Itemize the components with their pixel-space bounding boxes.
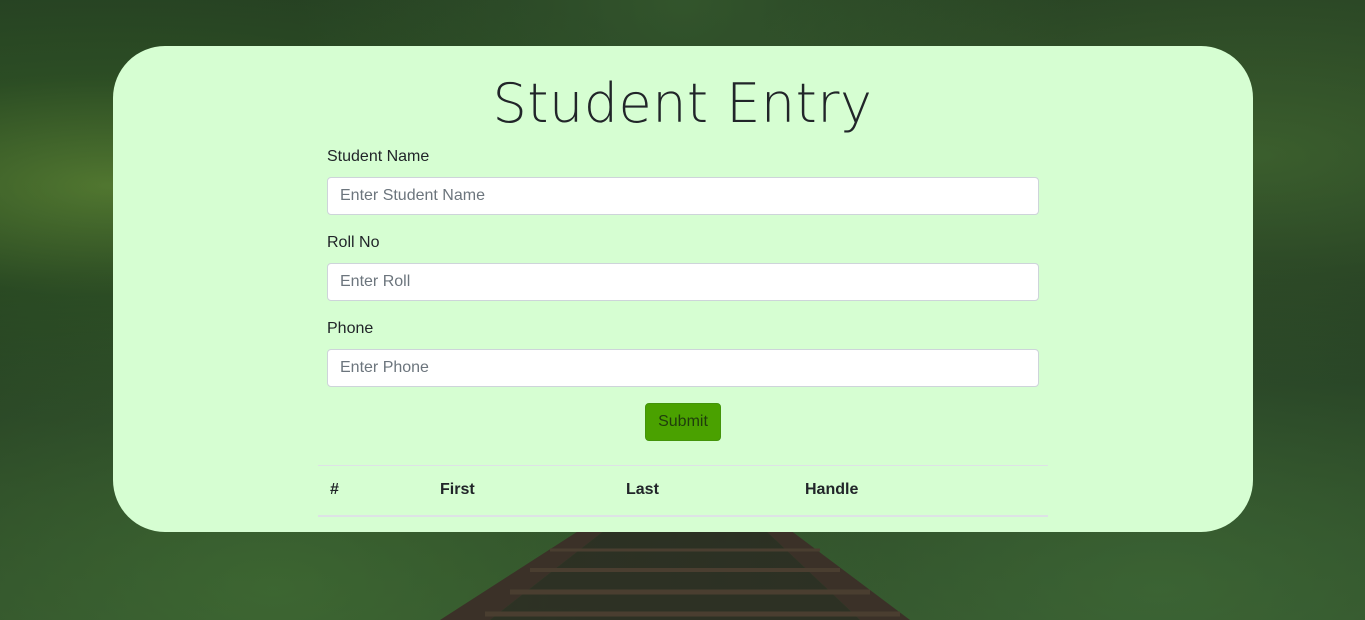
student-name-input[interactable] [327, 177, 1039, 215]
page-title: Student Entry [492, 72, 873, 135]
student-name-label: Student Name [327, 148, 430, 165]
table-header-row: # First Last Handle [318, 465, 1048, 517]
phone-label: Phone [327, 320, 374, 337]
column-header-first: First [428, 465, 614, 517]
railway-track-graphic [440, 530, 910, 620]
phone-input[interactable] [327, 349, 1039, 387]
roll-no-input[interactable] [327, 263, 1039, 301]
column-header-index: # [318, 465, 428, 517]
roll-no-label: Roll No [327, 234, 380, 251]
column-header-handle: Handle [793, 465, 1048, 517]
column-header-last: Last [614, 465, 793, 517]
students-table: # First Last Handle [318, 465, 1048, 517]
submit-button[interactable]: Submit [645, 403, 721, 441]
